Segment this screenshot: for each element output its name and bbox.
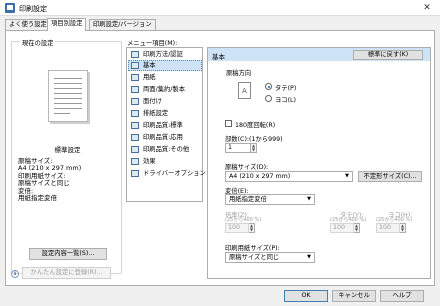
current-settings-name: 標準設定: [54, 146, 81, 154]
landscape-label: ヨコ(L): [275, 97, 297, 104]
tab-frequent[interactable]: よく使う設定: [5, 19, 51, 30]
copies-input[interactable]: 1: [225, 143, 251, 153]
original-size-value: A4 (210 x 297 mm): [229, 173, 291, 180]
print-paper-size-value: 原稿サイズと同じ: [229, 254, 280, 261]
help-button[interactable]: ヘルプ: [380, 290, 424, 302]
duplex-icon: [131, 86, 139, 93]
menu-item-label: 排紙設定: [143, 110, 169, 117]
landscape-radio[interactable]: [265, 95, 272, 102]
menu-item-label: 印刷品質:標準: [143, 122, 183, 129]
menu-item-quality-other[interactable]: 印刷品質:その他: [128, 144, 202, 155]
tab-page: 現在の設定 標準設定 原稿サイズ: A4 (210 x 297 mm) 印刷用紙…: [5, 30, 435, 286]
copies-spin-arrows-icon[interactable]: ▲ ▼: [251, 143, 257, 153]
quality-icon: [131, 134, 139, 141]
print-paper-size-select[interactable]: 原稿サイズと同じ ▼: [225, 252, 315, 263]
rotate-180-label: 180度回転(R): [235, 122, 276, 129]
horizontal-spin-arrows-icon[interactable]: ▲ ▼: [400, 223, 406, 233]
current-settings-info: 原稿サイズ: A4 (210 x 297 mm) 印刷用紙サイズ: 原稿サイズと…: [18, 157, 81, 203]
menu-item-output[interactable]: 排紙設定: [128, 108, 202, 119]
imposition-icon: [131, 98, 139, 105]
menu-item-label: 用紙: [143, 74, 156, 81]
title-bar: 印刷設定 ✕: [0, 0, 440, 16]
info-icon: i: [11, 270, 19, 278]
vertical-scale-input[interactable]: 100: [330, 223, 354, 233]
menu-item-basic[interactable]: 基本: [128, 60, 202, 71]
panel-title: 基本: [212, 53, 225, 61]
cancel-button[interactable]: キャンセル: [332, 290, 376, 302]
paper-icon: [131, 74, 139, 81]
basic-settings-panel: 基本 標準に戻す(K) 原稿方向 タテ(P) ヨコ(L) 180度回転(R) 部…: [207, 47, 431, 279]
current-settings-group: 現在の設定 標準設定 原稿サイズ: A4 (210 x 297 mm) 印刷用紙…: [11, 38, 122, 274]
effects-icon: [131, 158, 139, 165]
dropdown-arrow-icon: ▼: [345, 173, 349, 179]
menu-item-quality-standard[interactable]: 印刷品質:標準: [128, 120, 202, 131]
window-title: 印刷設定: [19, 5, 47, 13]
close-icon[interactable]: ✕: [414, 0, 440, 16]
menu-item-label: 印刷品質:応用: [143, 134, 183, 141]
scaling-value: 用紙指定変倍: [229, 196, 267, 203]
print-method-icon: [131, 51, 139, 58]
menu-item-label: 印刷品質:その他: [143, 146, 190, 153]
menu-item-duplex[interactable]: 両面/集約/製本: [128, 84, 202, 95]
scaling-select[interactable]: 用紙指定変倍 ▼: [225, 194, 315, 205]
horizontal-scale-input[interactable]: 100: [376, 223, 400, 233]
menu-item-paper[interactable]: 用紙: [128, 72, 202, 83]
reset-default-button[interactable]: 標準に戻す(K): [353, 50, 423, 60]
magnification-input[interactable]: 100: [225, 223, 249, 233]
tab-print-settings-version[interactable]: 印刷設定/バージョン: [89, 19, 156, 30]
printer-app-icon: [5, 3, 15, 13]
info-line: 用紙指定変倍: [18, 194, 57, 203]
menu-item-effects[interactable]: 効果: [128, 156, 202, 167]
menu-item-label: ドライバーオプション: [143, 170, 206, 177]
original-size-label: 原稿サイズ(D):: [225, 164, 269, 171]
current-settings-label: 現在の設定: [20, 38, 56, 47]
print-paper-size-label: 印刷用紙サイズ(P):: [225, 245, 280, 252]
portrait-orientation-icon: [238, 82, 251, 99]
dropdown-arrow-icon: ▼: [307, 254, 311, 260]
menu-item-driver-options[interactable]: ドライバーオプション: [128, 168, 206, 179]
rotate-180-checkbox[interactable]: [225, 120, 232, 127]
menu-item-print-method[interactable]: 印刷方法/認証: [128, 49, 202, 60]
dropdown-arrow-icon: ▼: [307, 196, 311, 202]
quality-icon: [131, 122, 139, 129]
magnification-spin-arrows-icon[interactable]: ▲ ▼: [249, 223, 255, 233]
horizontal-scale-range: (25から400 %): [376, 217, 413, 223]
copies-label: 部数(C):(1から999): [225, 136, 283, 143]
ok-button[interactable]: OK: [284, 290, 328, 302]
output-tray-icon: [131, 110, 139, 117]
page-preview: [48, 70, 88, 122]
custom-size-button[interactable]: 不定形サイズ(C)...: [358, 171, 422, 182]
portrait-label: タテ(P): [275, 85, 297, 92]
vertical-scale-range: (25から400 %): [330, 217, 367, 223]
quality-icon: [131, 146, 139, 153]
tab-by-item[interactable]: 項目別設定: [47, 18, 87, 31]
menu-item-label: 基本: [143, 62, 156, 69]
menu-items-label: メニュー項目(M):: [127, 40, 178, 47]
menu-item-label: 印刷方法/認証: [143, 51, 183, 58]
vertical-spin-arrows-icon[interactable]: ▲ ▼: [354, 223, 360, 233]
register-easy-setting-button[interactable]: かんたん設定に登録(R)...: [22, 267, 111, 279]
magnification-range: (25から400 %): [225, 217, 262, 223]
menu-item-quality-advanced[interactable]: 印刷品質:応用: [128, 132, 202, 143]
original-size-select[interactable]: A4 (210 x 297 mm) ▼: [225, 171, 353, 182]
menu-item-label: 両面/集約/製本: [143, 86, 186, 93]
menu-item-list[interactable]: 印刷方法/認証 基本 用紙 両面/集約/製本 面付け 排紙設定 印刷品質:標準 …: [126, 47, 206, 202]
portrait-radio[interactable]: [265, 83, 272, 90]
orientation-label: 原稿方向: [226, 70, 252, 77]
gear-icon: [131, 170, 139, 177]
menu-item-imposition[interactable]: 面付け: [128, 96, 202, 107]
menu-item-label: 面付け: [143, 98, 162, 105]
basic-icon: [131, 62, 139, 69]
settings-list-button[interactable]: 設定内容一覧(S)...: [29, 248, 107, 260]
menu-item-label: 効果: [143, 158, 156, 165]
